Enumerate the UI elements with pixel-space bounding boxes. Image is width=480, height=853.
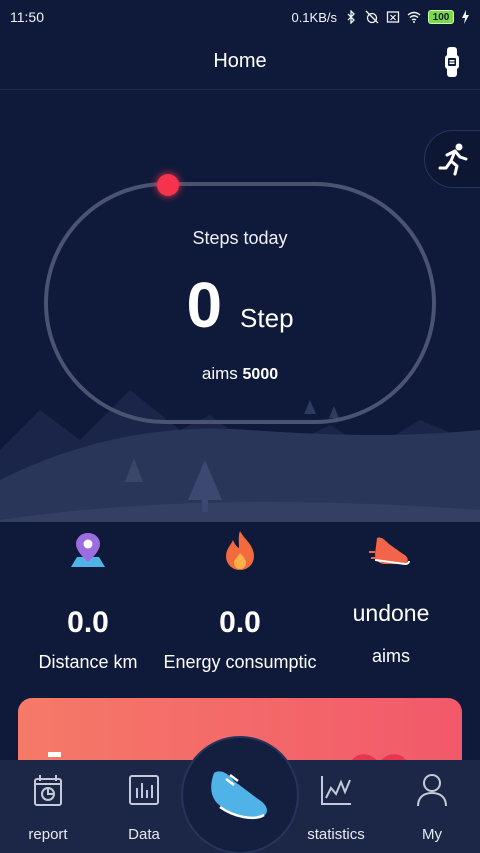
aims-status-value: undone — [352, 600, 430, 626]
card-dash-decoration — [48, 744, 82, 775]
aims-status-label: aims — [371, 646, 410, 666]
aims-value: 5000 — [242, 366, 279, 383]
band-icon[interactable] — [444, 47, 460, 77]
steps-unit: Step — [240, 303, 294, 333]
tab-report-label: report — [28, 826, 68, 843]
aims-row: aims 5000 — [0, 364, 480, 384]
steps-count-row: 0 Step — [0, 268, 480, 342]
app-header: Home — [0, 34, 480, 90]
bluetooth-icon — [347, 10, 355, 24]
report-icon — [34, 775, 62, 806]
tab-data[interactable]: Data — [96, 768, 192, 843]
tab-statistics-label: statistics — [307, 826, 365, 843]
steps-progress-marker — [157, 174, 179, 196]
wifi-icon — [407, 11, 421, 23]
status-icons: 0.1KB/s 100 — [291, 10, 470, 25]
tab-report[interactable]: report — [0, 768, 96, 843]
tab-data-label: Data — [128, 826, 160, 843]
sneaker-icon — [211, 771, 267, 819]
metric-aims: undone aims — [311, 522, 471, 667]
steps-value: 0 — [186, 269, 223, 341]
network-speed: 0.1KB/s — [291, 9, 337, 25]
tab-my-label: My — [422, 826, 442, 843]
tab-my[interactable]: My — [384, 768, 480, 843]
battery-icon: 100 — [428, 10, 454, 24]
metric-energy: 0.0 Energy consumptic — [160, 522, 320, 673]
sim-icon — [386, 11, 400, 23]
steps-today-label: Steps today — [192, 228, 288, 248]
map-pin-icon — [71, 533, 105, 567]
data-icon — [129, 775, 159, 805]
statistics-icon — [321, 776, 351, 805]
shoe-icon — [369, 537, 410, 566]
running-icon — [438, 143, 468, 176]
steps-hero: Steps today 0 Step aims 5000 — [0, 90, 480, 522]
aims-label: aims — [201, 364, 238, 383]
distance-value: 0.0 — [67, 606, 109, 639]
status-time: 11:50 — [10, 9, 44, 25]
user-icon — [417, 774, 447, 807]
metrics-row: 0.0 Distance km 0.0 Energy consumptic un… — [0, 522, 480, 672]
tab-statistics[interactable]: statistics — [288, 768, 384, 843]
running-mode-button[interactable] — [424, 130, 480, 188]
charging-icon — [462, 10, 469, 24]
flame-icon — [226, 531, 254, 570]
status-bar: 11:50 0.1KB/s 100 — [0, 0, 480, 34]
energy-label: Energy consumptic — [163, 652, 317, 672]
energy-value: 0.0 — [219, 606, 261, 639]
distance-label: Distance km — [38, 652, 138, 672]
alarm-off-icon — [365, 10, 379, 24]
page-title: Home — [213, 50, 267, 72]
metric-distance: 0.0 Distance km — [8, 522, 168, 673]
workout-start-button[interactable] — [181, 736, 299, 853]
